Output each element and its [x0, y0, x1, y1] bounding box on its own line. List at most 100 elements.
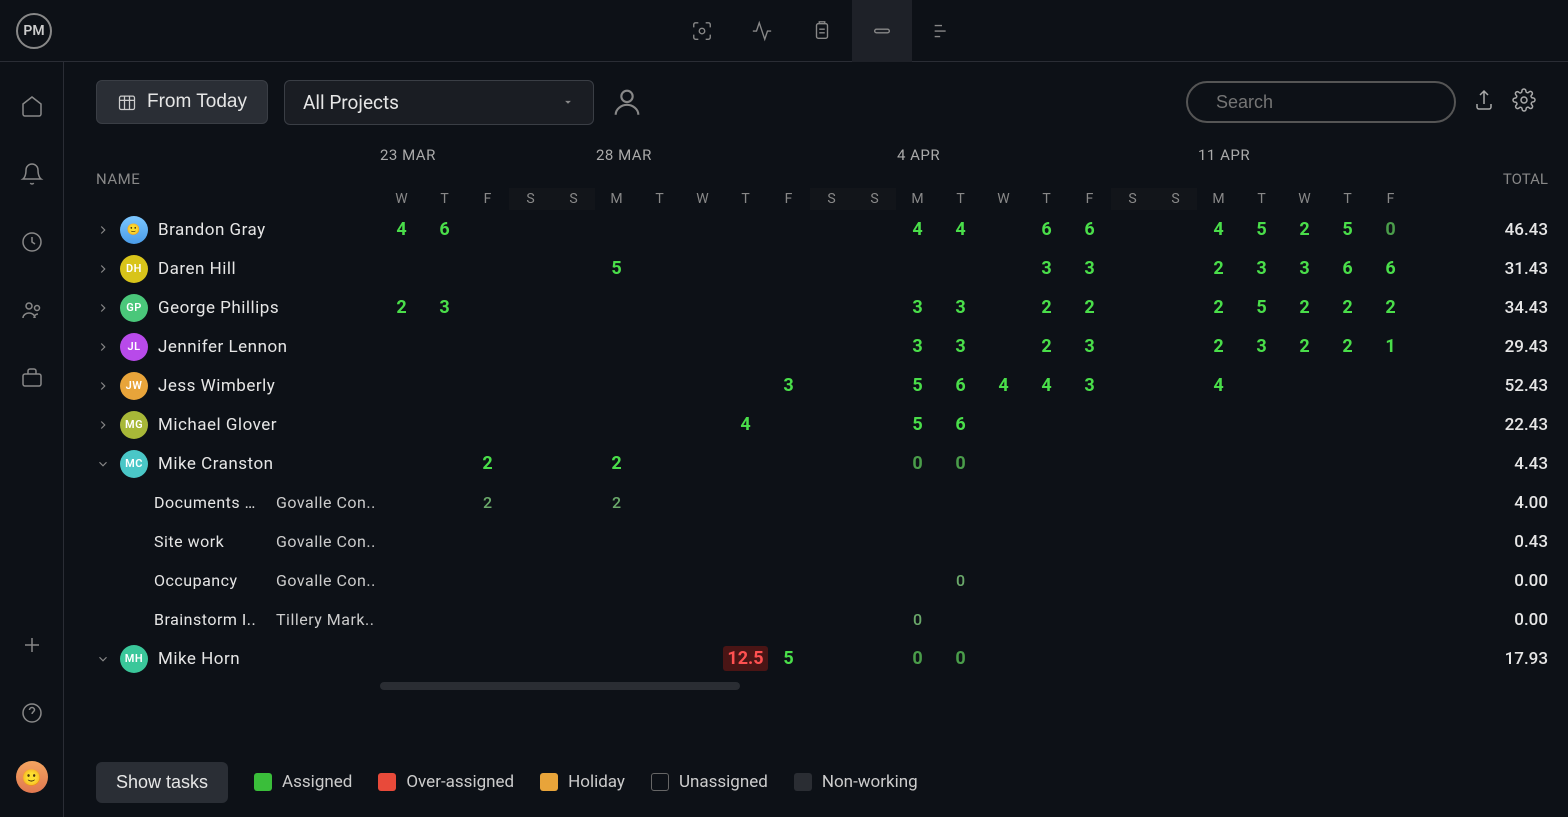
workload-cell[interactable]: 6 [1326, 258, 1369, 279]
workload-cell[interactable]: 0 [939, 571, 982, 590]
person-filter-icon[interactable] [610, 85, 644, 119]
workload-cell[interactable]: 2 [1197, 258, 1240, 279]
expand-chevron-icon[interactable] [96, 418, 110, 432]
resource-row[interactable]: GPGeorge Phillips2333222522234.43 [64, 288, 1568, 327]
workload-cell[interactable]: 3 [1240, 258, 1283, 279]
workload-cell[interactable]: 4 [1197, 219, 1240, 240]
workload-cell[interactable]: 6 [939, 414, 982, 435]
workload-cell[interactable]: 3 [896, 297, 939, 318]
task-subrow[interactable]: Documents …Govalle Con..224.00 [64, 483, 1568, 522]
workload-cell[interactable]: 0 [939, 453, 982, 474]
workload-cell[interactable]: 3 [939, 297, 982, 318]
search-input[interactable] [1216, 92, 1448, 113]
workload-cell[interactable]: 2 [466, 493, 509, 512]
from-today-button[interactable]: From Today [96, 80, 268, 124]
workload-cell[interactable]: 4 [380, 219, 423, 240]
share-icon[interactable] [1472, 88, 1496, 116]
scan-icon[interactable] [672, 0, 732, 62]
workload-cell[interactable]: 4 [1197, 375, 1240, 396]
workload-cell[interactable]: 3 [1240, 336, 1283, 357]
task-subrow[interactable]: Brainstorm I..Tillery Mark..00.00 [64, 600, 1568, 639]
resource-row[interactable]: MCMike Cranston22004.43 [64, 444, 1568, 483]
expand-chevron-icon[interactable] [96, 340, 110, 354]
workload-cell[interactable]: 4 [982, 375, 1025, 396]
workload-cell[interactable]: 2 [1068, 297, 1111, 318]
workload-cell[interactable]: 12.5 [724, 646, 767, 671]
workload-cell[interactable]: 0 [896, 610, 939, 629]
home-icon[interactable] [12, 86, 52, 126]
workload-cell[interactable]: 2 [1283, 297, 1326, 318]
show-tasks-button[interactable]: Show tasks [96, 762, 228, 803]
workload-cell[interactable]: 5 [767, 648, 810, 669]
activity-icon[interactable] [732, 0, 792, 62]
resource-row[interactable]: DHDaren Hill5332336631.43 [64, 249, 1568, 288]
workload-cell[interactable]: 3 [1068, 258, 1111, 279]
workload-cell[interactable]: 6 [1369, 258, 1412, 279]
workload-cell[interactable]: 0 [896, 453, 939, 474]
search-box[interactable] [1186, 81, 1456, 123]
workload-cell[interactable]: 2 [1025, 297, 1068, 318]
workload-cell[interactable]: 3 [939, 336, 982, 357]
workload-cell[interactable]: 3 [896, 336, 939, 357]
workload-cell[interactable]: 6 [423, 219, 466, 240]
workload-cell[interactable]: 6 [1068, 219, 1111, 240]
workload-cell[interactable]: 5 [896, 375, 939, 396]
workload-cell[interactable]: 4 [896, 219, 939, 240]
recent-icon[interactable] [12, 222, 52, 262]
resource-row[interactable]: JWJess Wimberly356443452.43 [64, 366, 1568, 405]
workload-cell[interactable]: 2 [1197, 297, 1240, 318]
expand-chevron-icon[interactable] [96, 652, 110, 666]
resource-row[interactable]: 🙂Brandon Gray4644664525046.43 [64, 210, 1568, 249]
workload-cell[interactable]: 5 [1240, 219, 1283, 240]
workload-cell[interactable]: 2 [1283, 219, 1326, 240]
workload-cell[interactable]: 4 [1025, 375, 1068, 396]
workload-cell[interactable]: 1 [1369, 336, 1412, 357]
expand-chevron-icon[interactable] [96, 262, 110, 276]
expand-chevron-icon[interactable] [96, 457, 110, 471]
expand-chevron-icon[interactable] [96, 223, 110, 237]
workload-cell[interactable]: 3 [1283, 258, 1326, 279]
gantt-icon[interactable] [912, 0, 972, 62]
help-icon[interactable] [12, 693, 52, 733]
workload-cell[interactable]: 0 [939, 648, 982, 669]
expand-chevron-icon[interactable] [96, 301, 110, 315]
settings-icon[interactable] [1512, 88, 1536, 116]
resource-row[interactable]: MGMichael Glover45622.43 [64, 405, 1568, 444]
workload-icon[interactable] [852, 0, 912, 62]
workload-cell[interactable]: 5 [1326, 219, 1369, 240]
workload-cell[interactable]: 3 [1068, 375, 1111, 396]
workload-cell[interactable]: 0 [1369, 219, 1412, 240]
workload-cell[interactable]: 4 [939, 219, 982, 240]
projects-select[interactable]: All Projects [284, 80, 594, 125]
user-avatar[interactable]: 🙂 [16, 761, 48, 793]
workload-cell[interactable]: 2 [1369, 297, 1412, 318]
horizontal-scrollbar[interactable] [380, 682, 740, 690]
workload-cell[interactable]: 2 [1326, 336, 1369, 357]
workload-cell[interactable]: 6 [939, 375, 982, 396]
add-icon[interactable] [12, 625, 52, 665]
task-subrow[interactable]: Site workGovalle Con..0.43 [64, 522, 1568, 561]
resource-row[interactable]: MHMike Horn12.550017.93 [64, 639, 1568, 678]
workload-cell[interactable]: 2 [380, 297, 423, 318]
workload-cell[interactable]: 2 [1197, 336, 1240, 357]
workload-cell[interactable]: 2 [1326, 297, 1369, 318]
briefcase-icon[interactable] [12, 358, 52, 398]
notifications-icon[interactable] [12, 154, 52, 194]
resource-row[interactable]: JLJennifer Lennon33232322129.43 [64, 327, 1568, 366]
clipboard-icon[interactable] [792, 0, 852, 62]
workload-cell[interactable]: 2 [595, 493, 638, 512]
workload-cell[interactable]: 5 [1240, 297, 1283, 318]
task-subrow[interactable]: OccupancyGovalle Con..00.00 [64, 561, 1568, 600]
workload-cell[interactable]: 3 [767, 375, 810, 396]
workload-cell[interactable]: 2 [1025, 336, 1068, 357]
workload-cell[interactable]: 4 [724, 414, 767, 435]
workload-cell[interactable]: 5 [896, 414, 939, 435]
workload-cell[interactable]: 6 [1025, 219, 1068, 240]
workload-cell[interactable]: 3 [423, 297, 466, 318]
workload-cell[interactable]: 2 [466, 453, 509, 474]
workload-cell[interactable]: 2 [595, 453, 638, 474]
expand-chevron-icon[interactable] [96, 379, 110, 393]
workload-cell[interactable]: 3 [1068, 336, 1111, 357]
workload-cell[interactable]: 3 [1025, 258, 1068, 279]
workload-cell[interactable]: 5 [595, 258, 638, 279]
